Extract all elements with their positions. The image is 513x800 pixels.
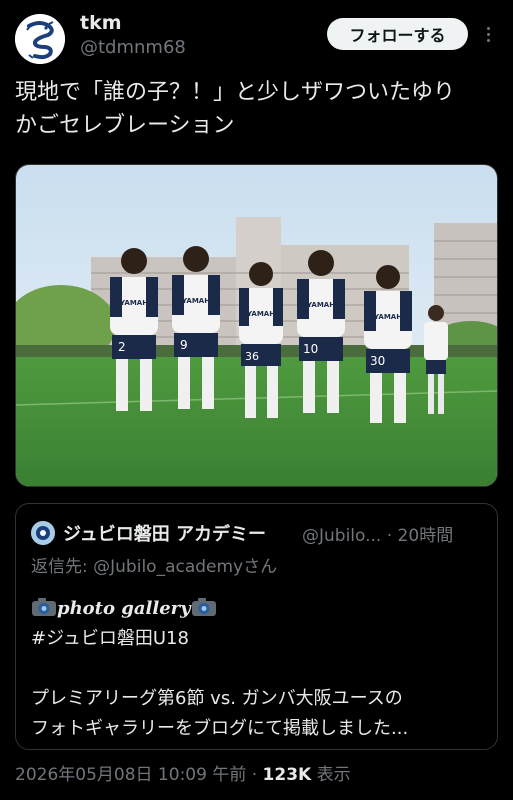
view-count: 123K xyxy=(262,765,312,785)
tweet-header: tkm @tdmnm68 フォローする xyxy=(0,0,513,70)
tweet-text: 現地で「誰の子？！」と少しザワついたゆり かごセレブレーション xyxy=(15,76,495,142)
author-handle[interactable]: @tdmnm68 xyxy=(80,37,186,58)
author-avatar[interactable] xyxy=(15,14,65,64)
separator: · xyxy=(246,765,263,785)
hashtag: #ジュビロ磐田U18 xyxy=(31,628,189,649)
reply-mention[interactable]: @Jubilo_academy xyxy=(93,557,243,577)
gallery-label: photo gallery xyxy=(57,598,191,619)
svg-text:YAMAHA: YAMAHA xyxy=(181,297,216,305)
tweet-timestamp[interactable]: 2026年05月08日 10:09 午前 xyxy=(15,765,246,785)
svg-text:9: 9 xyxy=(180,338,188,352)
club-emblem-icon xyxy=(31,521,55,545)
quoted-author-avatar xyxy=(31,521,55,545)
svg-text:36: 36 xyxy=(245,350,259,363)
more-options-icon[interactable] xyxy=(482,22,494,46)
gallery-line: photo gallery xyxy=(31,594,486,624)
view-label: 表示 xyxy=(311,765,351,785)
reply-to-line: 返信先: @Jubilo_academyさん xyxy=(31,552,277,577)
tweet-footer: 2026年05月08日 10:09 午前 · 123K 表示 xyxy=(15,760,351,785)
camera-icon xyxy=(32,598,56,616)
quoted-author-name: ジュビロ磐田 アカデミー xyxy=(63,524,267,545)
svg-text:2: 2 xyxy=(118,340,126,354)
svg-text:YAMAHA: YAMAHA xyxy=(246,310,281,318)
svg-text:YAMAHA: YAMAHA xyxy=(119,299,154,307)
svg-text:YAMAHA: YAMAHA xyxy=(306,301,341,309)
camera-icon xyxy=(191,598,216,616)
tweet-text-line: 現地で「誰の子？！」と少しザワついたゆり xyxy=(15,80,456,105)
tweet-text-line: かごセレブレーション xyxy=(15,113,235,138)
quoted-author-handle: @Jubilo... xyxy=(302,526,382,546)
reply-prefix: 返信先: xyxy=(31,557,94,577)
follow-button[interactable]: フォローする xyxy=(327,18,468,50)
svg-text:10: 10 xyxy=(303,342,318,356)
quoted-tweet-body: photo gallery #ジュビロ磐田U18 プレミアリーグ第6節 vs. … xyxy=(31,594,486,744)
author-name[interactable]: tkm xyxy=(80,12,122,34)
dragon-logo-icon xyxy=(15,14,65,64)
quoted-body-line: フォトギャラリーをブログにて掲載しました... xyxy=(31,718,409,739)
tweet-photo[interactable]: 2 YAMAHA 9 YAMAHA 36 YAMAHA 10 YAMAHA 30… xyxy=(15,164,498,487)
quoted-tweet[interactable]: ジュビロ磐田 アカデミー @Jubilo... · 20時間 返信先: @Jub… xyxy=(15,503,498,750)
quoted-body-line: プレミアリーグ第6節 vs. ガンバ大阪ユースの xyxy=(31,688,403,709)
reply-suffix: さん xyxy=(243,557,278,577)
svg-text:YAMAHA: YAMAHA xyxy=(373,313,408,321)
quoted-tweet-time: · 20時間 xyxy=(386,526,454,546)
svg-text:30: 30 xyxy=(370,354,385,368)
team-photo-image: 2 YAMAHA 9 YAMAHA 36 YAMAHA 10 YAMAHA 30… xyxy=(16,165,497,486)
quoted-author-meta: @Jubilo... · 20時間 xyxy=(302,521,453,546)
